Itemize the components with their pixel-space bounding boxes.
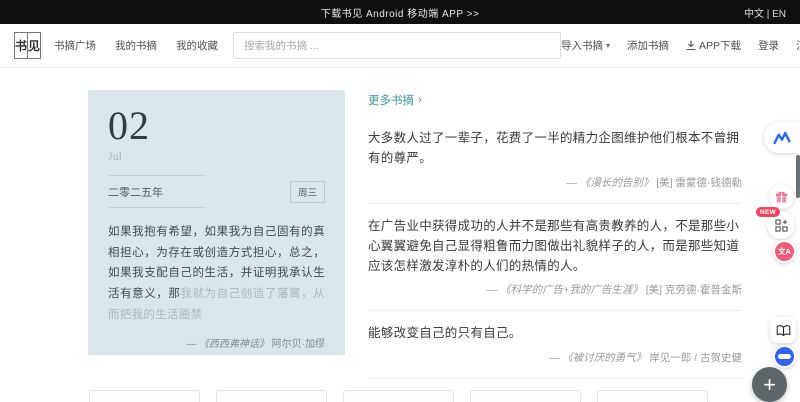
- date-day: 02: [108, 106, 325, 146]
- language-switcher[interactable]: 中文 | EN: [744, 0, 786, 24]
- more-quotes-link[interactable]: 更多书摘 ›: [368, 92, 422, 108]
- quote-item[interactable]: 能够改变自己的只有自己。 — 《被讨厌的勇气》 岸见一郎 / 古贺史健: [368, 311, 742, 378]
- quote-text: 在广告业中获得成功的人并不是那些有高贵教养的人，不是那些小心翼翼避免自己显得粗鲁…: [368, 216, 742, 277]
- chevron-right-icon: ›: [418, 94, 422, 106]
- book-author: [美] 雷蒙德·钱德勒: [656, 177, 742, 189]
- quotes-panel: 更多书摘 › 大多数人过了一辈子，花费了一半的精力企图维护他们根本不曾拥有的尊严…: [368, 90, 742, 379]
- logo-char-2: 见: [28, 33, 40, 58]
- gift-button[interactable]: [769, 184, 794, 209]
- quote-attribution: — 《漫长的告别》 [美] 雷蒙德·钱德勒: [368, 175, 742, 190]
- blue-extension-button[interactable]: [773, 345, 796, 368]
- blue-extension-icon: [778, 354, 791, 359]
- preview-card[interactable]: [216, 390, 327, 402]
- site-logo[interactable]: 书 见: [14, 32, 41, 59]
- preview-card[interactable]: [597, 390, 708, 402]
- book-title: 《西西弗神话》: [199, 339, 269, 350]
- topbar: 下载书见 Android 移动端 APP >> 中文 | EN: [0, 0, 800, 24]
- book-author: [美] 克劳德·霍普金斯: [646, 284, 742, 296]
- plus-icon: +: [763, 374, 776, 396]
- book-title: 《被讨厌的勇气》: [562, 352, 646, 364]
- login-button[interactable]: 登录: [758, 38, 779, 53]
- quote-text: 大多数人过了一辈子，花费了一半的精力企图维护他们根本不曾拥有的尊严。: [368, 128, 742, 169]
- date-year: 二零二五年: [108, 176, 206, 208]
- book-title: 《科学的广告+我的广告生涯》: [500, 284, 643, 296]
- scrollbar-thumb[interactable]: [796, 155, 800, 198]
- attribution-dash: —: [549, 352, 560, 364]
- more-quotes-label: 更多书摘: [368, 92, 414, 108]
- quote-item[interactable]: 大多数人过了一辈子，花费了一半的精力企图维护他们根本不曾拥有的尊严。 — 《漫长…: [368, 114, 742, 204]
- app-download-banner[interactable]: 下载书见 Android 移动端 APP >>: [321, 5, 480, 20]
- preview-card[interactable]: [470, 390, 581, 402]
- search-bar: [233, 32, 561, 59]
- chevron-down-icon: ▾: [606, 41, 610, 50]
- quote-item[interactable]: 在广告业中获得成功的人并不是那些有高贵教养的人，不是那些小心翼翼避免自己显得粗鲁…: [368, 204, 742, 312]
- app-download-label: APP下载: [699, 38, 741, 53]
- translate-icon: 文A: [778, 246, 791, 257]
- reader-button[interactable]: [770, 317, 796, 343]
- add-floating-button[interactable]: +: [752, 367, 787, 402]
- preview-card[interactable]: [343, 390, 454, 402]
- nav-links: 书摘广场 我的书摘 我的收藏: [54, 38, 218, 53]
- book-title: 《漫长的告别》: [580, 177, 654, 189]
- navbar: 书 见 书摘广场 我的书摘 我的收藏 导入书摘 ▾ 添加书摘 APP下载 登录: [0, 24, 800, 68]
- add-quote-button[interactable]: 添加书摘: [627, 38, 669, 53]
- import-quotes-label: 导入书摘: [561, 38, 603, 53]
- preview-card[interactable]: [89, 390, 200, 402]
- grid-plus-icon: [775, 219, 788, 232]
- date-year-row: 二零二五年 周三: [108, 176, 325, 208]
- translate-button[interactable]: 文A: [773, 240, 796, 263]
- daily-quote-text: 如果我抱有希望，如果我为自己固有的真相担心，为存在或创造方式担心，总之，如果我支…: [108, 222, 325, 325]
- book-author: 岸见一郎 / 古贺史健: [649, 352, 742, 364]
- quote-text: 能够改变自己的只有自己。: [368, 323, 742, 343]
- nav-item-my-favorites[interactable]: 我的收藏: [176, 38, 218, 53]
- date-month: Jul: [108, 149, 325, 164]
- daily-quote-card[interactable]: 02 Jul 二零二五年 周三 如果我抱有希望，如果我为自己固有的真相担心，为存…: [88, 90, 345, 355]
- monica-assistant-button[interactable]: [764, 122, 800, 153]
- logo-char-1: 书: [15, 33, 27, 58]
- import-quotes-menu[interactable]: 导入书摘 ▾: [561, 38, 610, 53]
- attribution-dash: —: [487, 284, 498, 296]
- daily-quote-attribution: — 《西西弗神话》 阿尔贝·加缪: [108, 335, 325, 350]
- extension-grid-button[interactable]: NEW: [767, 211, 795, 239]
- app-download-button[interactable]: APP下载: [686, 38, 741, 53]
- search-input[interactable]: [233, 32, 561, 59]
- nav-item-quote-square[interactable]: 书摘广场: [54, 38, 96, 53]
- open-book-icon: [776, 324, 791, 337]
- page: 下载书见 Android 移动端 APP >> 中文 | EN 书 见 书摘广场…: [0, 0, 800, 402]
- attribution-dash: —: [566, 177, 577, 189]
- gift-icon: [775, 190, 788, 203]
- book-author: 阿尔贝·加缪: [272, 339, 325, 350]
- new-badge: NEW: [756, 207, 780, 217]
- download-icon: [686, 40, 696, 51]
- next-row-cards: [89, 390, 708, 402]
- monica-logo-icon: [773, 131, 791, 145]
- nav-actions: 导入书摘 ▾ 添加书摘 APP下载 登录 注册: [561, 38, 800, 53]
- quote-attribution: — 《被讨厌的勇气》 岸见一郎 / 古贺史健: [368, 350, 742, 365]
- attribution-dash: —: [186, 339, 196, 350]
- quote-attribution: — 《科学的广告+我的广告生涯》 [美] 克劳德·霍普金斯: [368, 282, 742, 297]
- nav-item-my-quotes[interactable]: 我的书摘: [115, 38, 157, 53]
- register-button[interactable]: 注册: [796, 38, 800, 53]
- weekday-badge: 周三: [290, 181, 325, 203]
